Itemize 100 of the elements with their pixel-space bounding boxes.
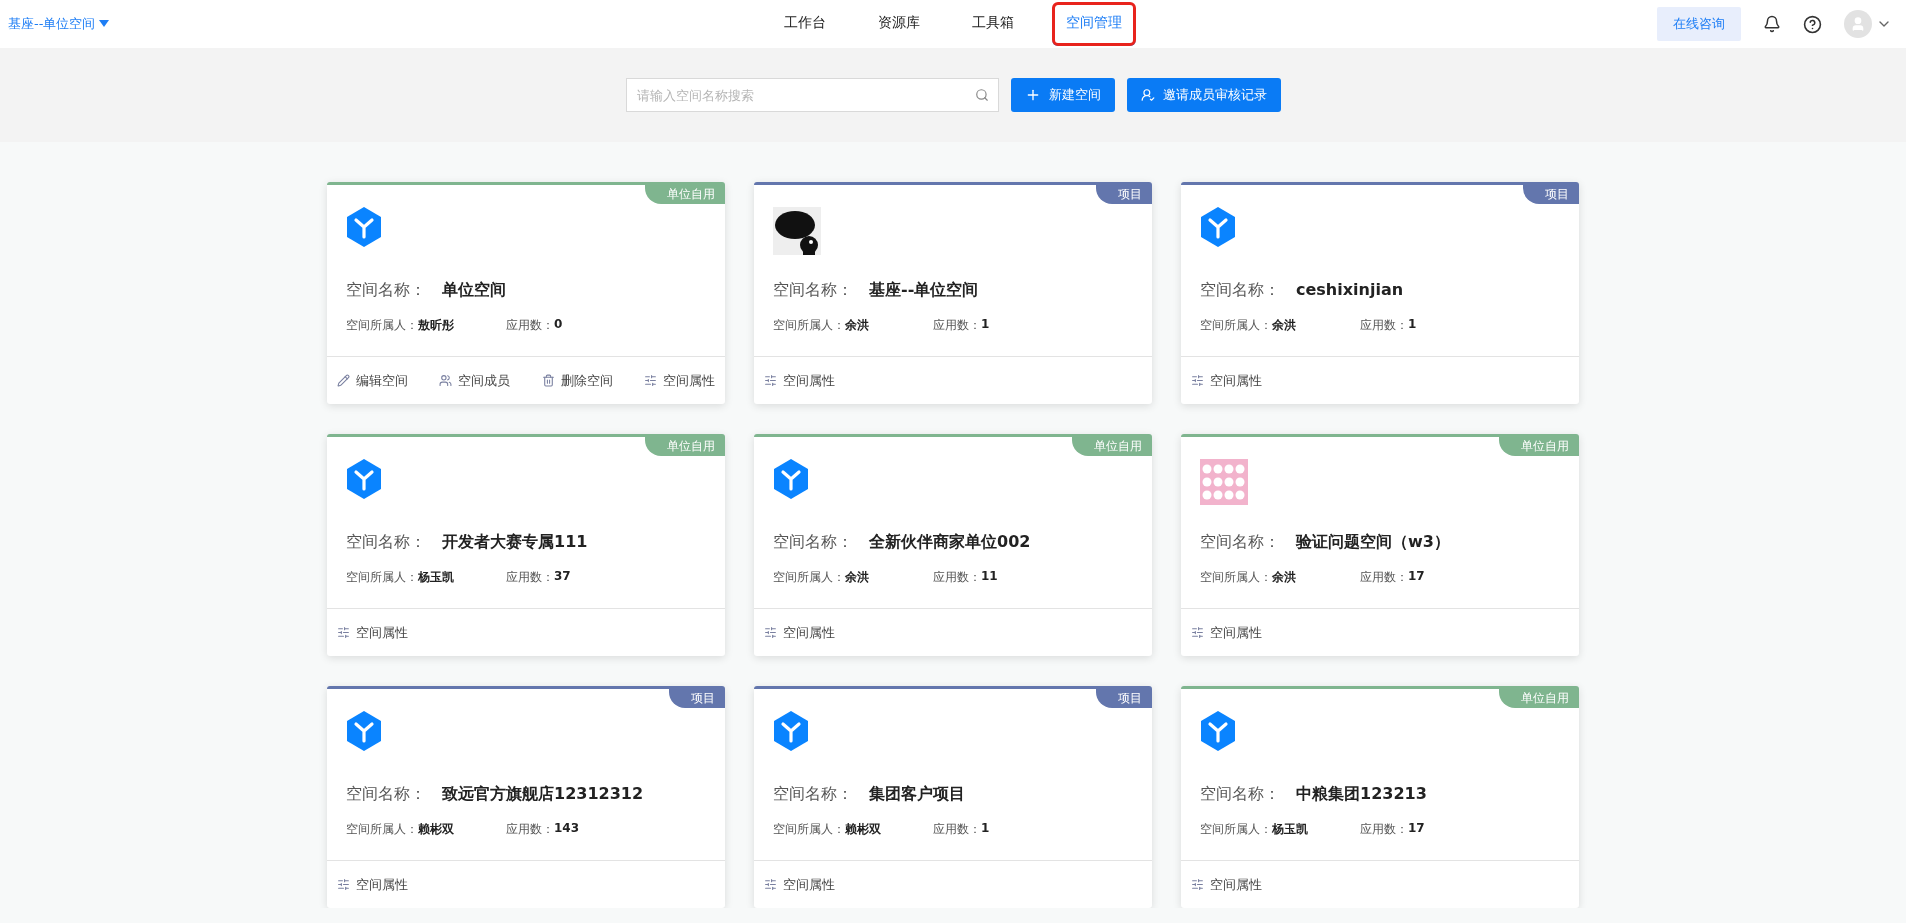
space-name: 开发者大赛专属111: [442, 532, 588, 553]
type-tag: 单位自用: [1072, 437, 1152, 456]
owner-label: 空间所属人：: [1200, 317, 1272, 334]
type-tag: 单位自用: [645, 437, 725, 456]
apps-label: 应用数：: [933, 821, 981, 838]
search-icon: [974, 88, 989, 102]
owner-name: 赖彬双: [845, 821, 881, 838]
trash-icon: [541, 374, 555, 387]
apps-label: 应用数：: [933, 317, 981, 334]
sliders-icon: [1191, 374, 1204, 387]
owner-name: 余洪: [1272, 569, 1296, 586]
name-label: 空间名称：: [773, 784, 853, 805]
card-action-link[interactable]: 空间属性: [337, 623, 408, 642]
name-label: 空间名称：: [346, 784, 426, 805]
nav-tab[interactable]: 工具箱: [958, 0, 1028, 48]
toolbar-button[interactable]: 新建空间: [1010, 78, 1115, 112]
apps-count: 17: [1408, 821, 1425, 837]
nav-tab[interactable]: 工作台: [770, 0, 840, 48]
type-tag: 项目: [669, 689, 725, 708]
name-label: 空间名称：: [1200, 280, 1280, 301]
apps-label: 应用数：: [506, 317, 554, 334]
toolbar-button[interactable]: 邀请成员审核记录: [1126, 78, 1281, 112]
space-name: 中粮集团123213: [1296, 784, 1427, 805]
card-action-link[interactable]: 空间成员: [439, 371, 511, 390]
consult-button[interactable]: 在线咨询: [1657, 7, 1741, 41]
sliders-icon: [1191, 626, 1204, 639]
owner-name: 赖彬双: [418, 821, 454, 838]
apps-label: 应用数：: [933, 569, 981, 586]
hexagon-logo-icon: [773, 711, 809, 751]
card-action-link[interactable]: 空间属性: [764, 371, 835, 390]
space-name: 基座--单位空间: [869, 280, 979, 301]
hexagon-logo-icon: [1200, 711, 1236, 751]
hexagon-logo-icon: [346, 459, 382, 499]
hexagon-logo-icon: [346, 711, 382, 751]
sliders-icon: [644, 374, 657, 387]
card-action-link[interactable]: 空间属性: [1191, 875, 1262, 894]
owner-name: 杨玉凯: [1272, 821, 1308, 838]
pencil-icon: [337, 374, 350, 387]
type-tag: 项目: [1523, 185, 1579, 204]
name-label: 空间名称：: [773, 280, 853, 301]
space-switcher[interactable]: 基座--单位空间: [8, 15, 110, 33]
owner-name: 余洪: [845, 569, 869, 586]
owner-label: 空间所属人：: [346, 569, 418, 586]
nav-tab[interactable]: 空间管理: [1052, 2, 1136, 46]
nav-tab[interactable]: 资源库: [864, 0, 934, 48]
owner-label: 空间所属人：: [773, 821, 845, 838]
space-name: 单位空间: [442, 280, 506, 301]
owner-label: 空间所属人：: [1200, 569, 1272, 586]
owner-name: 余洪: [845, 317, 869, 334]
space-name: 集团客户项目: [869, 784, 965, 805]
card-action-link[interactable]: 空间属性: [644, 371, 715, 390]
owner-label: 空间所属人：: [773, 317, 845, 334]
help-icon[interactable]: [1803, 14, 1822, 34]
card-action-link[interactable]: 空间属性: [1191, 371, 1262, 390]
card-action-link[interactable]: 空间属性: [764, 623, 835, 642]
owner-label: 空间所属人：: [346, 317, 418, 334]
owner-name: 杨玉凯: [418, 569, 454, 586]
type-tag: 单位自用: [645, 185, 725, 204]
apps-label: 应用数：: [1360, 317, 1408, 334]
apps-label: 应用数：: [1360, 569, 1408, 586]
apps-count: 37: [554, 569, 571, 585]
apps-count: 143: [554, 821, 580, 837]
hexagon-logo-icon: [1200, 207, 1236, 247]
name-label: 空间名称：: [1200, 784, 1280, 805]
user-icon: [1140, 88, 1155, 102]
card-action-link[interactable]: 空间属性: [764, 875, 835, 894]
sliders-icon: [764, 374, 777, 387]
apps-count: 0: [554, 317, 563, 333]
type-tag: 单位自用: [1499, 437, 1579, 456]
card-action-link[interactable]: 空间属性: [337, 875, 408, 894]
name-label: 空间名称：: [346, 280, 426, 301]
space-name: 致远官方旗舰店12312312: [442, 784, 644, 805]
name-label: 空间名称：: [346, 532, 426, 553]
search-field[interactable]: 请输入空间名称搜索: [625, 78, 999, 112]
type-tag: 项目: [1096, 185, 1152, 204]
sliders-icon: [764, 626, 777, 639]
sliders-icon: [337, 626, 350, 639]
users-icon: [439, 374, 453, 387]
name-label: 空间名称：: [773, 532, 853, 553]
apps-count: 1: [981, 317, 990, 333]
hexagon-logo-icon: [346, 207, 382, 247]
sliders-icon: [764, 878, 777, 891]
card-action-link[interactable]: 空间属性: [1191, 623, 1262, 642]
card-action-link[interactable]: 编辑空间: [337, 371, 408, 390]
apps-count: 11: [981, 569, 998, 585]
apps-count: 1: [1408, 317, 1417, 333]
type-tag: 项目: [1096, 689, 1152, 708]
caret-icon: [99, 20, 110, 28]
owner-name: 敖昕彤: [418, 317, 454, 334]
hexagon-logo-icon: [773, 459, 809, 499]
type-tag: 单位自用: [1499, 689, 1579, 708]
apps-count: 17: [1408, 569, 1425, 585]
sliders-icon: [337, 878, 350, 891]
card-action-link[interactable]: 删除空间: [541, 371, 613, 390]
space-name: ceshixinjian: [1296, 280, 1404, 299]
apps-label: 应用数：: [506, 569, 554, 586]
name-label: 空间名称：: [1200, 532, 1280, 553]
apps-count: 1: [981, 821, 990, 837]
apps-label: 应用数：: [1360, 821, 1408, 838]
bell-icon[interactable]: [1763, 15, 1781, 33]
